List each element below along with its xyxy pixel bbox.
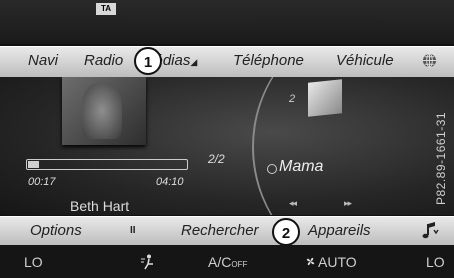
auto-button[interactable]: AUTO [318, 254, 357, 270]
selected-track-marker [267, 164, 277, 174]
devices-button[interactable]: Appareils [308, 222, 371, 239]
left-temperature[interactable]: LO [24, 254, 43, 270]
album-cover-current[interactable] [62, 77, 146, 145]
seat-airflow-icon[interactable] [140, 254, 154, 270]
ac-label: A/C [208, 254, 232, 270]
music-note-icon[interactable] [420, 220, 442, 242]
menu-item-radio[interactable]: Radio [84, 52, 123, 69]
cover-flow-arc [252, 77, 454, 215]
track-progress-fill [28, 161, 39, 168]
menu-item-navi[interactable]: Navi [28, 52, 58, 69]
total-time: 04:10 [156, 176, 184, 188]
track-number: 2 [289, 93, 296, 105]
submenu-bar: Options II Rechercher Appareils [0, 216, 454, 246]
ta-badge: TA [96, 3, 116, 15]
track-progress-bar [26, 159, 188, 170]
next-track-icon[interactable]: ▸▸ [344, 198, 352, 209]
status-bar: TA [0, 0, 454, 44]
ac-status: OFF [231, 260, 248, 269]
album-cover-next[interactable] [308, 79, 342, 117]
climate-bar: LO A/COFF AUTO LO [0, 245, 454, 278]
callout-2: 2 [272, 218, 300, 246]
figure-reference-code: P82.89-1661-31 [434, 111, 448, 205]
media-player-area: 00:17 04:10 Beth Hart 2/2 2 Mama ◂◂ ▸▸ [0, 77, 454, 215]
caret-icon: ◢ [190, 57, 198, 67]
main-menu-bar: Navi Radio Médias◢ Téléphone Véhicule [0, 46, 454, 78]
pause-icon[interactable]: II [130, 225, 136, 236]
right-temperature[interactable]: LO [426, 254, 445, 270]
fan-icon [306, 257, 315, 266]
album-cover-art [82, 83, 122, 139]
search-button[interactable]: Rechercher [181, 222, 259, 239]
menu-item-vehicule[interactable]: Véhicule [336, 52, 394, 69]
options-button[interactable]: Options [30, 222, 82, 239]
callout-1: 1 [134, 47, 162, 75]
artist-name: Beth Hart [70, 198, 130, 214]
menu-item-telephone[interactable]: Téléphone [233, 52, 304, 69]
track-title[interactable]: Mama [279, 158, 323, 176]
previous-track-icon[interactable]: ◂◂ [289, 198, 297, 209]
elapsed-time: 00:17 [28, 176, 56, 188]
ac-button[interactable]: A/COFF [208, 254, 247, 270]
head-unit-screen: TA Navi Radio Médias◢ Téléphone Véhicule… [0, 0, 454, 278]
track-counter: 2/2 [208, 152, 225, 166]
